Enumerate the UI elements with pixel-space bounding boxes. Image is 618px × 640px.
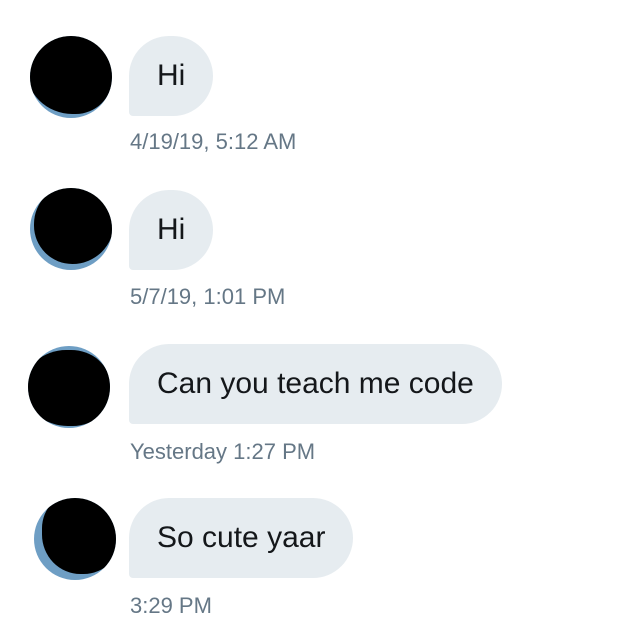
message-timestamp: 4/19/19, 5:12 AM [130,129,297,154]
message-text: So cute yaar [157,521,326,554]
redacted-avatar-icon[interactable] [30,36,112,118]
redacted-avatar-icon[interactable] [34,498,116,580]
message-bubble[interactable]: Can you teach me code [129,344,502,424]
message-text: Hi [157,59,186,92]
message-thread: Hi 4/19/19, 5:12 AM Hi 5/7/19, 1:01 PM C… [0,0,618,640]
message-bubble[interactable]: Hi [129,36,214,116]
message-text: Can you teach me code [157,367,474,400]
message-timestamp: Yesterday 1:27 PM [130,439,316,464]
message-timestamp: 5/7/19, 1:01 PM [130,284,286,309]
message-timestamp: 3:29 PM [130,593,212,618]
message-bubble[interactable]: Hi [129,190,214,270]
redacted-avatar-icon[interactable] [30,188,112,270]
redacted-avatar-icon[interactable] [28,346,110,428]
message-bubble[interactable]: So cute yaar [129,498,354,578]
message-text: Hi [157,213,186,246]
